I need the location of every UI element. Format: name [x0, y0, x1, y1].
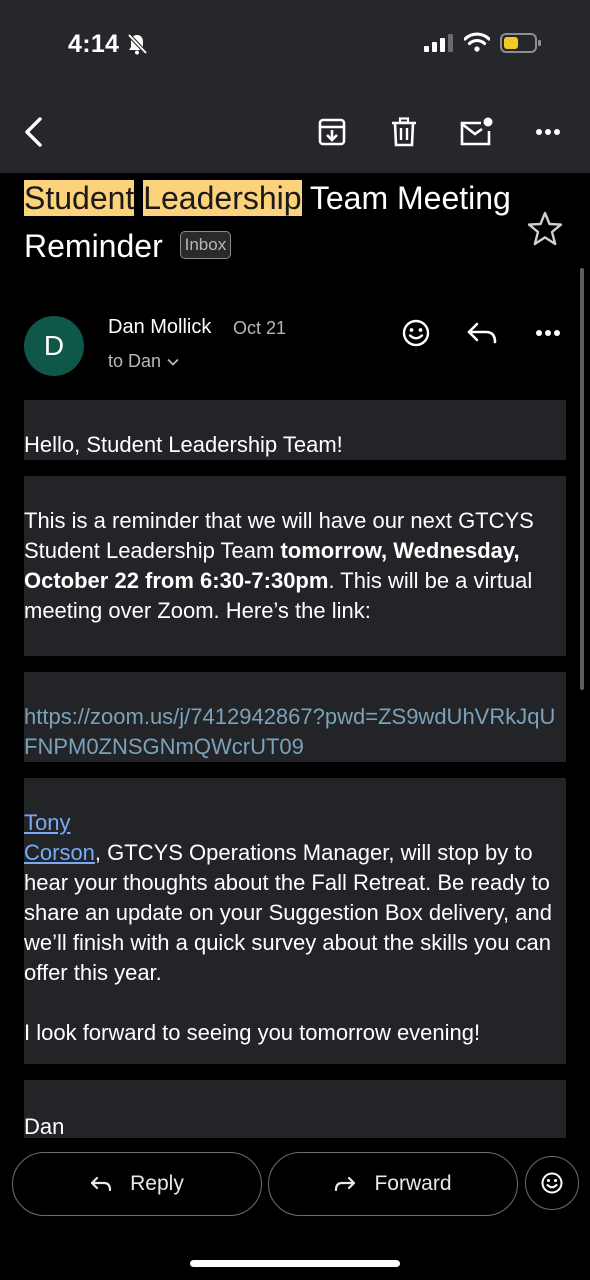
mark-unread-button[interactable] — [456, 112, 496, 152]
forward-icon — [335, 1176, 356, 1192]
signature-block: Dan — [24, 1080, 566, 1139]
scrollbar[interactable] — [580, 268, 584, 690]
para2-text: , GTCYS Operations Manager, will stop by… — [24, 840, 552, 985]
forward-button[interactable]: Forward — [268, 1152, 518, 1216]
silent-bell-icon — [127, 33, 148, 55]
greeting-text: Hello, Student Leadership Team! — [24, 432, 343, 457]
signature-text: Dan — [24, 1114, 65, 1139]
body-paragraph-2: Tony Corson, GTCYS Operations Manager, w… — [24, 808, 564, 988]
reply-icon — [91, 1176, 112, 1192]
reply-button[interactable]: Reply — [12, 1152, 262, 1216]
back-button[interactable] — [14, 112, 54, 152]
mark-unread-icon — [460, 117, 493, 146]
zoom-link[interactable]: https://zoom.us/j/7412942867?pwd=ZS9wdUh… — [24, 702, 564, 762]
react-button[interactable] — [525, 1156, 579, 1210]
battery-icon — [500, 33, 541, 53]
reply-label: Reply — [130, 1172, 184, 1195]
archive-button[interactable] — [312, 112, 352, 152]
chevron-down-icon — [167, 358, 179, 366]
trash-icon — [392, 117, 416, 147]
body-paragraph-3: I look forward to seeing you tomorrow ev… — [24, 1020, 481, 1045]
delete-button[interactable] — [384, 112, 424, 152]
person-link-first[interactable]: Tony — [24, 810, 70, 835]
email-view: 4:14 Student Leadership Team Meeting Rem… — [0, 0, 590, 1280]
wifi-icon — [464, 32, 490, 52]
more-icon — [536, 330, 560, 336]
more-icon — [536, 129, 560, 135]
inbox-label[interactable]: Inbox — [179, 230, 232, 259]
sender-name[interactable]: Dan Mollick — [108, 316, 211, 339]
email-subject: Student Leadership Team Meeting Reminder… — [24, 174, 514, 270]
body-details-block: Tony Corson, GTCYS Operations Manager, w… — [24, 778, 566, 1064]
body-paragraph-1: This is a reminder that we will have our… — [24, 506, 564, 626]
status-time: 4:14 — [68, 30, 120, 58]
recipient-text: to Dan — [108, 351, 162, 371]
reply-icon-button[interactable] — [462, 315, 502, 351]
subject-highlight-1: Student — [24, 180, 135, 216]
star-icon — [527, 211, 563, 246]
forward-label: Forward — [374, 1172, 452, 1195]
person-link-second[interactable]: Corson — [24, 840, 95, 865]
body-paragraph-block: This is a reminder that we will have our… — [24, 476, 566, 656]
email-date: Oct 21 — [233, 318, 287, 338]
archive-icon — [318, 118, 346, 146]
emoji-icon — [402, 319, 430, 347]
add-reaction-button[interactable] — [396, 315, 436, 351]
subject-highlight-2: Leadership — [143, 180, 302, 216]
body-greeting-block: Hello, Student Leadership Team! — [24, 400, 566, 460]
zoom-link-block: https://zoom.us/j/7412942867?pwd=ZS9wdUh… — [24, 672, 566, 762]
recipient-details[interactable]: to Dan — [108, 351, 179, 372]
cellular-signal-icon — [424, 34, 453, 52]
star-button[interactable] — [526, 210, 564, 253]
emoji-icon — [541, 1172, 563, 1194]
top-bar: 4:14 — [0, 0, 590, 173]
more-options-button[interactable] — [528, 112, 568, 152]
back-arrow-icon — [25, 117, 42, 147]
home-indicator[interactable] — [190, 1260, 400, 1267]
reply-icon — [467, 322, 497, 344]
sender-avatar[interactable]: D — [24, 316, 84, 376]
message-more-button[interactable] — [528, 315, 568, 351]
